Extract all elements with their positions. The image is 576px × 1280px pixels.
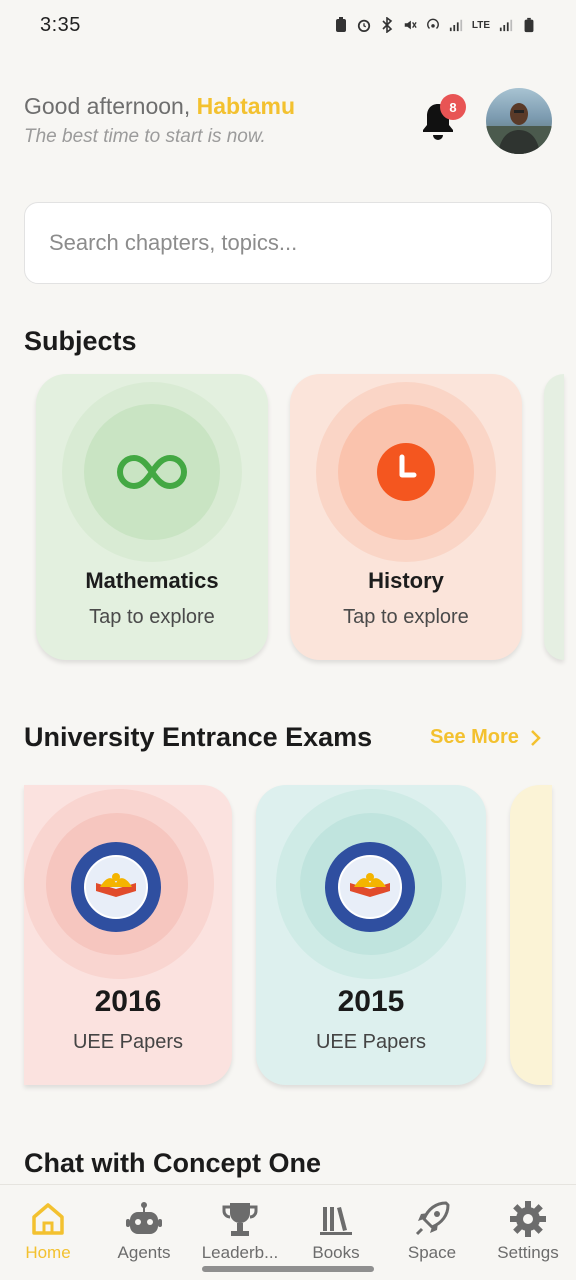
chat-section-title: Chat with Concept One: [24, 1148, 321, 1178]
ministry-of-education-logo-icon: [325, 842, 415, 932]
nav-home-label: Home: [25, 1243, 71, 1262]
exam-card-next[interactable]: [510, 785, 552, 1085]
see-more-label: See More: [430, 726, 519, 748]
subjects-title: Subjects: [24, 326, 137, 356]
bluetooth-icon: [382, 17, 393, 33]
notification-badge: 8: [440, 94, 466, 120]
nav-space-label: Space: [407, 1243, 457, 1262]
robot-icon: [126, 1202, 162, 1234]
nav-home[interactable]: Home: [0, 1199, 96, 1263]
nav-leaderboard-label: Leaderb...: [201, 1243, 279, 1262]
clock-icon: [377, 443, 435, 501]
ministry-of-education-logo-icon: [71, 842, 161, 932]
nav-settings[interactable]: Settings: [480, 1199, 576, 1263]
exam-subtitle: UEE Papers: [315, 1031, 427, 1053]
greeting-tagline: The best time to start is now.: [24, 126, 266, 147]
search-placeholder: Search chapters, topics...: [49, 230, 298, 255]
books-icon: [320, 1207, 352, 1235]
nav-leaderboard[interactable]: Leaderb...: [192, 1199, 288, 1263]
subject-name: History: [368, 568, 444, 593]
infinity-icon: [117, 454, 187, 490]
alarm-icon: [357, 19, 370, 32]
home-icon: [32, 1203, 64, 1235]
nav-agents-label: Agents: [117, 1243, 171, 1262]
hotspot-icon: [426, 18, 439, 30]
status-icons: LTE: [334, 17, 536, 33]
subject-card-mathematics[interactable]: Mathematics Tap to explore: [36, 374, 268, 660]
subject-name: Mathematics: [85, 568, 219, 593]
battery-icon: [524, 17, 534, 33]
chevron-right-icon: [531, 729, 541, 746]
home-indicator[interactable]: [202, 1266, 374, 1272]
nav-books[interactable]: Books: [288, 1199, 384, 1263]
avatar[interactable]: [486, 88, 552, 154]
subject-subtitle: Tap to explore: [343, 606, 469, 628]
trophy-icon: [222, 1203, 258, 1236]
nav-books-label: Books: [312, 1243, 360, 1262]
gear-icon: [510, 1201, 546, 1237]
nav-settings-label: Settings: [497, 1243, 559, 1262]
status-bar: 3:35 LTE: [0, 0, 576, 50]
exam-card-2016[interactable]: 2016 UEE Papers: [24, 785, 232, 1085]
search-input[interactable]: Search chapters, topics...: [24, 202, 552, 284]
see-more-link[interactable]: See More: [430, 726, 541, 749]
subject-card-next[interactable]: [544, 374, 564, 660]
greeting-text: Good afternoon,: [24, 93, 191, 119]
nav-space[interactable]: Space: [384, 1199, 480, 1263]
mute-icon: [404, 20, 417, 30]
profile-photo: [486, 103, 552, 154]
exams-title: University Entrance Exams: [24, 722, 373, 752]
greeting-block: Good afternoon, Habtamu The best time to…: [24, 93, 295, 148]
nav-agents[interactable]: Agents: [96, 1199, 192, 1263]
exam-year: 2016: [94, 985, 162, 1018]
rocket-icon: [415, 1201, 450, 1236]
subject-subtitle: Tap to explore: [89, 606, 215, 628]
exam-year: 2015: [337, 985, 405, 1018]
subject-card-history[interactable]: History Tap to explore: [290, 374, 522, 660]
user-name: Habtamu: [196, 93, 296, 119]
exam-card-2015[interactable]: 2015 UEE Papers: [256, 785, 486, 1085]
status-time: 3:35: [40, 13, 81, 36]
network-type-label: LTE: [471, 19, 490, 31]
exam-subtitle: UEE Papers: [72, 1031, 184, 1053]
greeting-line: Good afternoon, Habtamu: [24, 93, 295, 120]
signal-icon-2: [499, 19, 513, 32]
battery-saver-icon: [335, 17, 346, 32]
signal-icon: [449, 19, 462, 32]
